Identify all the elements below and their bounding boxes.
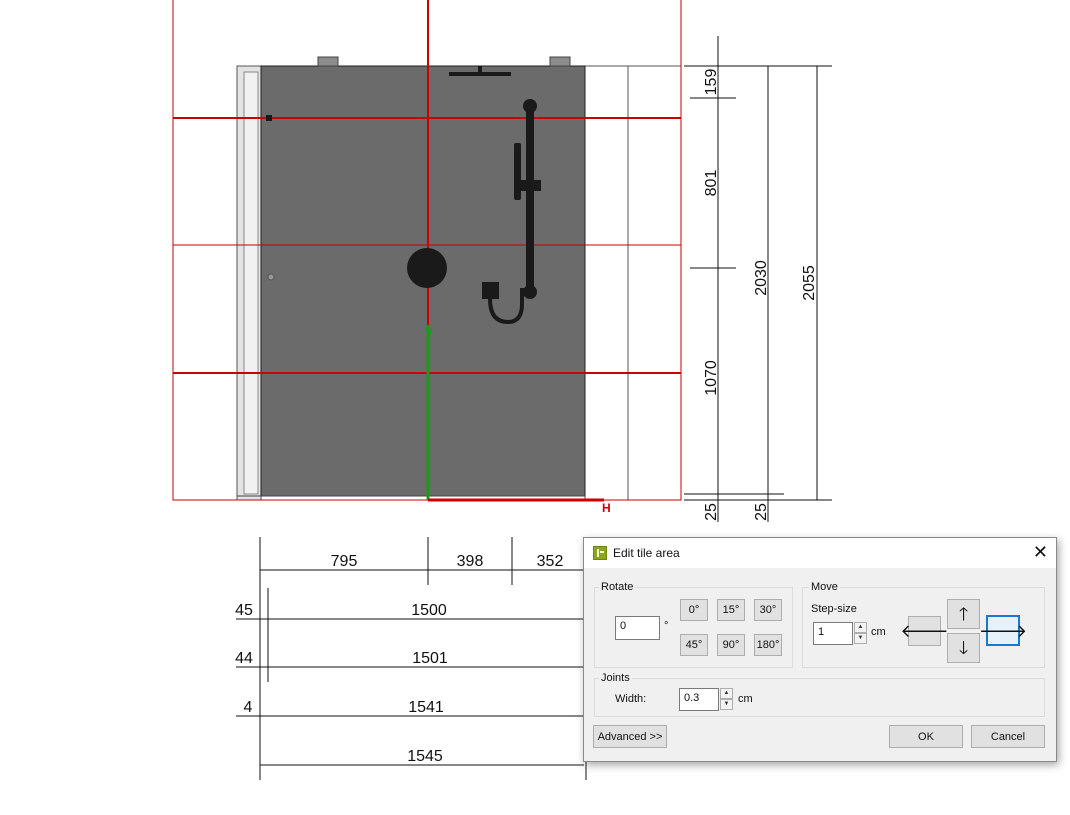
rotate-angle-input[interactable]: 0 [615, 616, 660, 640]
up-arrow-icon: 🡑 [958, 604, 969, 624]
ceiling-block-left [317, 56, 339, 67]
dialog-title: Edit tile area [613, 546, 680, 560]
rotate-45-button[interactable]: 45° [680, 634, 708, 656]
rotate-15-button[interactable]: 15° [717, 599, 745, 621]
dim-v-2030: 2030 [753, 260, 770, 296]
axis-v-label: V [425, 325, 433, 339]
rotate-label: Rotate [599, 581, 636, 593]
ceiling-block-right [549, 56, 571, 67]
advanced-button[interactable]: Advanced >> [593, 725, 667, 748]
left-arrow-icon: 🡐 [900, 621, 949, 641]
move-up-button[interactable]: 🡑 [947, 599, 980, 629]
app-icon [593, 546, 607, 560]
dim-v-25b: 25 [753, 503, 770, 521]
dialog-titlebar[interactable]: Edit tile area ✕ [584, 538, 1056, 568]
horizontal-dimensions [236, 537, 587, 780]
rotate-30-button[interactable]: 30° [754, 599, 782, 621]
dim-h-398: 398 [457, 553, 484, 570]
joint-width-spinner[interactable]: ▲ ▼ [720, 688, 733, 710]
spinner-down-icon[interactable]: ▼ [720, 699, 733, 710]
step-size-spinner[interactable]: ▲ ▼ [854, 622, 867, 644]
step-size-unit: cm [871, 626, 886, 638]
move-right-button[interactable]: 🡒 [979, 615, 1027, 646]
wall-light-right [584, 65, 682, 501]
rotate-0-button[interactable]: 0° [680, 599, 708, 621]
dim-h-1500: 1500 [411, 602, 447, 619]
rotate-180-button[interactable]: 180° [754, 634, 782, 656]
spinner-up-icon[interactable]: ▲ [720, 688, 733, 699]
rotate-degree-unit: ° [664, 620, 669, 632]
dim-h-45: 45 [235, 602, 253, 619]
joints-label: Joints [599, 672, 632, 684]
step-size-input[interactable]: 1 [813, 622, 853, 645]
dim-h-795: 795 [331, 553, 358, 570]
dim-v-801: 801 [703, 170, 720, 197]
dim-v-2055: 2055 [801, 265, 818, 301]
rotate-90-button[interactable]: 90° [717, 634, 745, 656]
dim-v-25a: 25 [703, 503, 720, 521]
joints-group [594, 678, 1045, 717]
move-down-button[interactable]: 🡓 [947, 633, 980, 663]
dim-h-4: 4 [244, 699, 253, 716]
glass-panel [243, 71, 259, 495]
move-left-button[interactable]: 🡐 [900, 616, 949, 646]
dim-h-1541: 1541 [408, 699, 444, 716]
dim-v-1070: 1070 [703, 360, 720, 396]
dim-h-1501: 1501 [412, 650, 448, 667]
ok-button[interactable]: OK [889, 725, 963, 748]
down-arrow-icon: 🡓 [958, 638, 969, 658]
right-arrow-icon: 🡒 [978, 620, 1028, 641]
edit-tile-area-dialog: Edit tile area ✕ Rotate 0 ° 0° 15° 30° 4… [583, 537, 1057, 762]
dim-h-1545: 1545 [407, 748, 443, 765]
step-size-label: Step-size [811, 603, 857, 615]
spinner-up-icon[interactable]: ▲ [854, 622, 867, 633]
joint-width-label: Width: [615, 693, 647, 705]
joint-width-input[interactable]: 0.3 [679, 688, 719, 711]
dim-v-159: 159 [703, 69, 720, 96]
dim-h-352: 352 [537, 553, 564, 570]
joint-width-unit: cm [738, 693, 753, 705]
spinner-down-icon[interactable]: ▼ [854, 633, 867, 644]
close-icon[interactable]: ✕ [1033, 542, 1048, 562]
cancel-button[interactable]: Cancel [971, 725, 1045, 748]
move-label: Move [809, 581, 840, 593]
axis-h-label: H [602, 501, 611, 515]
dim-h-44: 44 [235, 650, 253, 667]
